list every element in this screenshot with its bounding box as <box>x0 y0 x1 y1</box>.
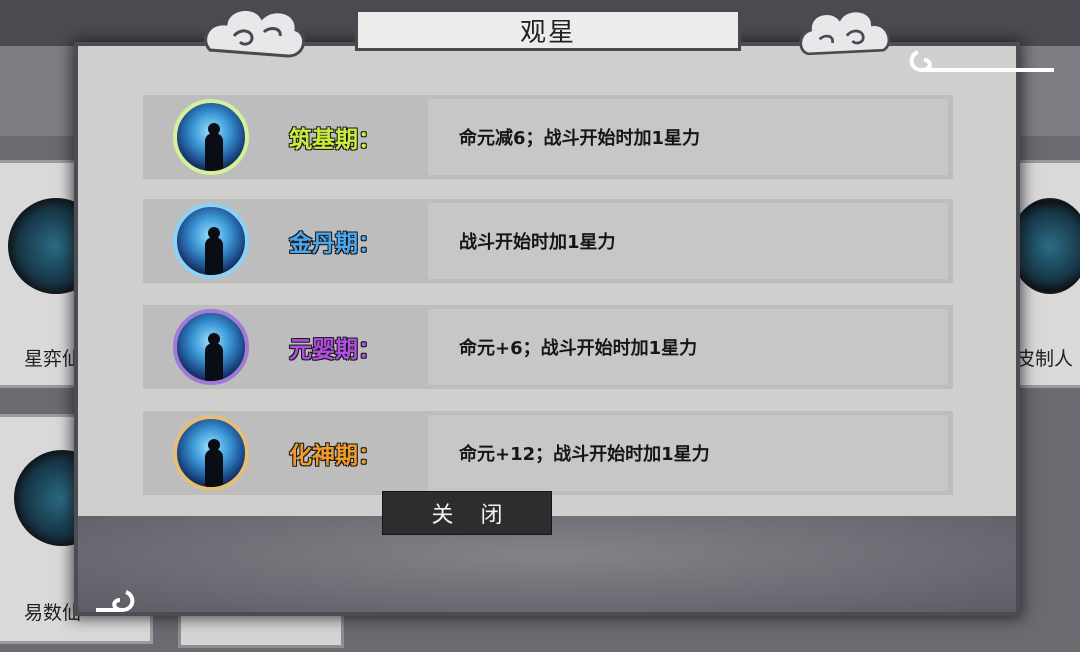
background-card-art-right-top <box>1010 198 1080 294</box>
stage-name-3: 元婴期： <box>289 336 381 363</box>
stage-avatar-4 <box>173 415 249 491</box>
dialog-title-bar: 观星 <box>355 9 741 51</box>
close-button-label: 关 闭 <box>431 503 513 528</box>
stage-description-2: 战斗开始时加1星力 <box>459 232 616 253</box>
dialog-title: 观星 <box>519 17 576 48</box>
cloud-ornament-right-icon <box>799 9 891 56</box>
close-button[interactable]: 关 闭 <box>382 491 552 535</box>
stage-row-4: 化神期： 命元+12；战斗开始时加1星力 <box>143 411 953 495</box>
stage-description-1: 命元减6；战斗开始时加1星力 <box>459 128 701 149</box>
stage-avatar-3 <box>173 309 249 385</box>
background-card-label-left-bottom: 易数仙 <box>24 602 82 624</box>
cloud-ornament-left-icon <box>204 8 305 58</box>
stage-description-3: 命元+6；战斗开始时加1星力 <box>459 338 698 359</box>
swirl-ornament-bottom-left-icon <box>96 590 135 613</box>
stage-description-4: 命元+12；战斗开始时加1星力 <box>459 444 710 465</box>
stage-avatar-2 <box>173 203 249 279</box>
stage-row-3: 元婴期： 命元+6；战斗开始时加1星力 <box>143 305 953 389</box>
stage-row-2: 金丹期： 战斗开始时加1星力 <box>143 199 953 283</box>
stage-name-1: 筑基期： <box>289 126 381 153</box>
stage-name-2: 金丹期： <box>289 230 381 257</box>
background-card-label-right-top: 皮制人 <box>1016 348 1074 370</box>
stage-row-1: 筑基期： 命元减6；战斗开始时加1星力 <box>143 95 953 179</box>
background-card-label-left-top: 星弈仙 <box>24 348 82 370</box>
stage-name-4: 化神期： <box>289 442 381 469</box>
swirl-ornament-top-right-icon <box>909 50 1054 73</box>
stage-avatar-1 <box>173 99 249 175</box>
